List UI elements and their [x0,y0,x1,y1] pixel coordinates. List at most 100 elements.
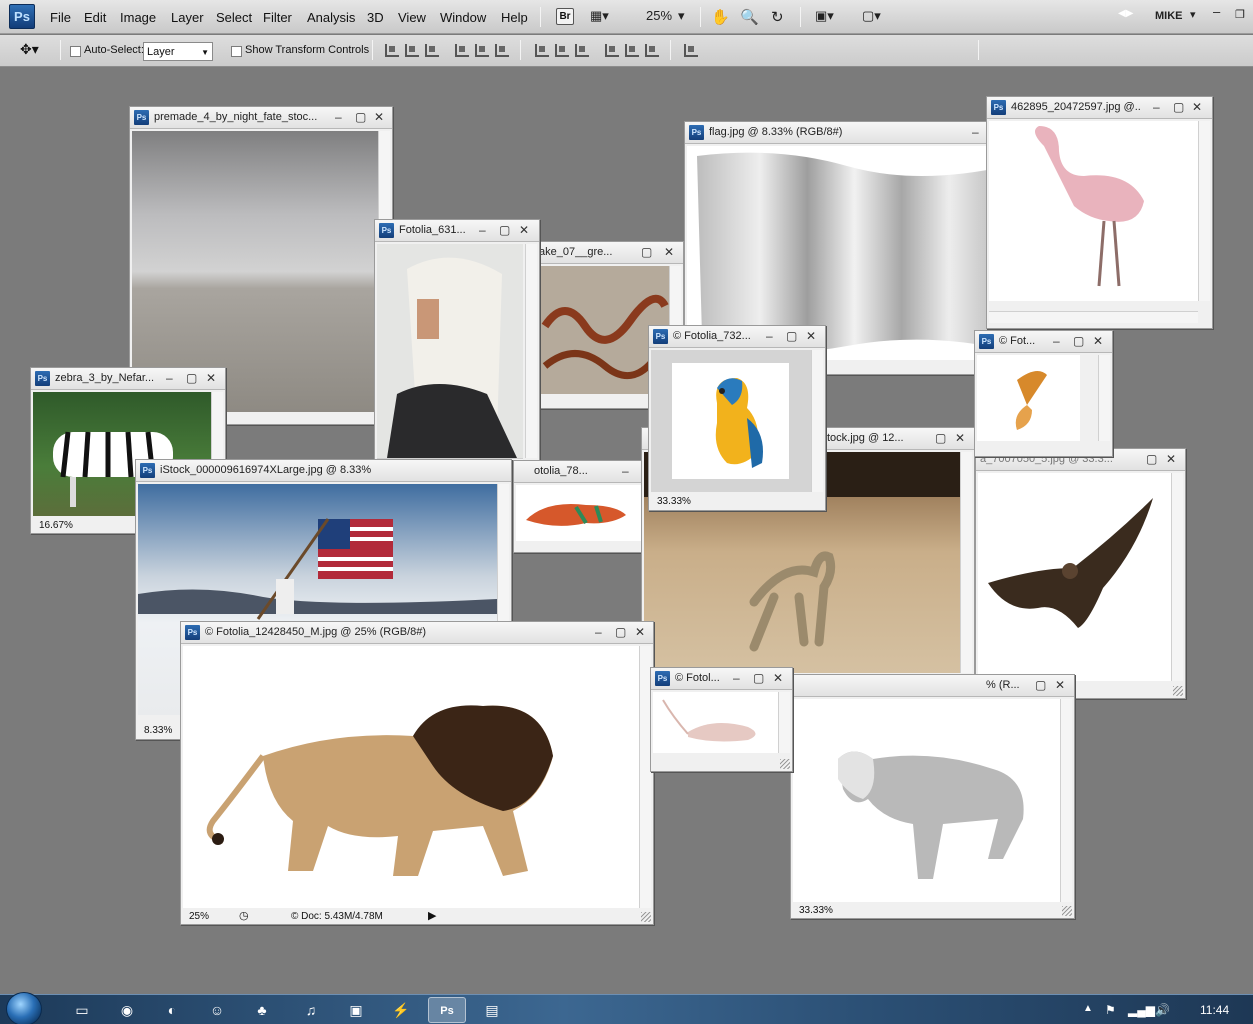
volume-icon[interactable]: 🔊 [1155,1003,1170,1017]
minimize-icon[interactable]: – [622,464,629,478]
word-icon[interactable]: ▤ [473,997,511,1023]
close-icon[interactable]: ✕ [635,625,645,639]
move-tool-icon[interactable]: ✥▾ [20,41,39,58]
maximize-icon[interactable]: ▢ [186,371,197,385]
document-size[interactable]: © Doc: 5.43M/4.78M [291,911,383,922]
photoshop-task-button[interactable]: Ps [428,997,466,1023]
close-icon[interactable]: ✕ [206,371,216,385]
menu-file[interactable]: File [50,10,71,25]
align-bottom-icon[interactable] [425,44,439,57]
menu-select[interactable]: Select [216,10,252,25]
maximize-icon[interactable]: ▢ [786,329,797,343]
minimize-icon[interactable]: – [335,110,342,124]
distribute-bottom-icon[interactable] [575,44,589,57]
window-titlebar[interactable]: Ps Fotolia_631... – ▢ ✕ [375,220,539,242]
window-titlebar[interactable]: Ps premade_4_by_night_fate_stoc... – ▢ ✕ [130,107,392,129]
maximize-icon[interactable]: ▢ [1173,100,1184,114]
window-titlebar[interactable]: Ps © Fotol... – ▢ ✕ [651,668,792,690]
distribute-top-icon[interactable] [535,44,549,57]
minimize-icon[interactable]: – [733,671,740,685]
document-window-butterfly[interactable]: Ps © Fot... – ▢ ✕ [974,330,1113,457]
align-top-icon[interactable] [385,44,399,57]
action-center-flag-icon[interactable]: ⚑ [1105,1003,1116,1017]
document-window-wolf[interactable]: % (R... ▢ ✕ 33.33% [790,674,1075,919]
close-icon[interactable]: ✕ [806,329,816,343]
bridge-button[interactable]: Br [556,8,574,25]
hand-tool-icon[interactable]: ✋ [711,8,730,26]
distribute-left-icon[interactable] [605,44,619,57]
document-window-mouse[interactable]: Ps © Fotol... – ▢ ✕ [650,667,793,772]
window-titlebar[interactable]: Ps © Fotolia_12428450_M.jpg @ 25% (RGB/8#… [181,622,653,644]
maximize-icon[interactable]: ▢ [499,223,510,237]
zoom-level-dropdown[interactable]: 25% [646,8,672,23]
auto-select-dropdown[interactable]: Layer ▼ [143,42,213,61]
maximize-icon[interactable]: ▢ [1146,452,1157,466]
auto-align-layers-icon[interactable] [684,44,698,57]
menu-filter[interactable]: Filter [263,10,292,25]
vertical-scrollbar[interactable] [811,350,823,492]
align-vcenter-icon[interactable] [405,44,419,57]
window-titlebar[interactable]: Ps zebra_3_by_Nefar... – ▢ ✕ [31,368,225,390]
vertical-scrollbar[interactable] [960,452,972,673]
close-icon[interactable]: ✕ [1055,678,1065,692]
close-icon[interactable]: ✕ [1093,334,1103,348]
close-icon[interactable]: ✕ [1192,100,1202,114]
chrome-icon[interactable]: ◉ [108,997,146,1023]
minimize-icon[interactable]: – [766,329,773,343]
document-window-parrot[interactable]: Ps © Fotolia_732... – ▢ ✕ 33.33% [648,325,826,511]
minimize-icon[interactable]: – [972,125,979,139]
resize-grip[interactable] [1062,906,1072,916]
window-titlebar[interactable]: ake_07__gre... ▢ ✕ [533,242,683,264]
zoom-readout[interactable]: 25% [189,911,209,922]
align-right-icon[interactable] [495,44,509,57]
menu-analysis[interactable]: Analysis [307,10,355,25]
zoom-readout[interactable]: 33.33% [657,496,691,507]
minimize-icon[interactable]: – [479,223,486,237]
arrange-documents-icon[interactable]: ▣▾ [815,8,834,24]
close-icon[interactable]: ✕ [773,671,783,685]
maximize-icon[interactable]: ▢ [753,671,764,685]
vertical-scrollbar[interactable] [778,692,790,753]
maximize-icon[interactable]: ▢ [1073,334,1084,348]
vertical-scrollbar[interactable] [525,244,537,458]
maximize-icon[interactable]: ▢ [935,431,946,445]
status-menu-arrow-icon[interactable]: ▶ [428,909,436,922]
document-window-fotolia-631[interactable]: Ps Fotolia_631... – ▢ ✕ [374,219,540,473]
start-button[interactable] [6,992,42,1024]
chevron-down-icon[interactable]: ▾ [1190,8,1196,21]
close-icon[interactable]: ✕ [955,431,965,445]
resize-grip[interactable] [1173,686,1183,696]
menu-image[interactable]: Image [120,10,156,25]
film-icon[interactable]: ▦▾ [590,8,609,24]
window-titlebar[interactable]: Ps 462895_20472597.jpg @... – ▢ ✕ [987,97,1212,119]
menu-3d[interactable]: 3D [367,10,384,25]
window-titlebar[interactable]: Ps © Fotolia_732... – ▢ ✕ [649,326,825,348]
minimize-icon[interactable]: – [166,371,173,385]
distribute-hcenter-icon[interactable] [625,44,639,57]
vertical-scrollbar[interactable] [1098,355,1110,441]
minimize-icon[interactable]: – [595,625,602,639]
menu-window[interactable]: Window [440,10,486,25]
distribute-vcenter-icon[interactable] [555,44,569,57]
restore-icon[interactable]: ❐ [1235,8,1245,21]
maximize-icon[interactable]: ▢ [1035,678,1046,692]
distribute-right-icon[interactable] [645,44,659,57]
chevron-down-icon[interactable]: ▾ [678,8,685,24]
app-icon[interactable]: ♣ [243,997,281,1023]
horizontal-scrollbar[interactable] [989,311,1198,323]
rotate-view-icon[interactable]: ↻ [771,8,784,26]
minimize-icon[interactable]: – [1153,100,1160,114]
explorer-icon[interactable]: ▭ [63,997,101,1023]
itunes-icon[interactable]: ♫ [292,997,330,1023]
minimize-icon[interactable]: – [1213,4,1220,19]
close-icon[interactable]: ✕ [374,110,384,124]
tray-expand-icon[interactable]: ▲ [1083,1003,1093,1014]
zoom-readout[interactable]: 16.67% [39,520,73,531]
maximize-icon[interactable]: ▢ [355,110,366,124]
document-window-flamingo[interactable]: Ps 462895_20472597.jpg @... – ▢ ✕ [986,96,1213,329]
vertical-scrollbar[interactable] [1171,473,1183,681]
menu-help[interactable]: Help [501,10,528,25]
maximize-icon[interactable]: ▢ [615,625,626,639]
close-icon[interactable]: ✕ [664,245,674,259]
window-titlebar[interactable]: Ps © Fot... – ▢ ✕ [975,331,1112,353]
